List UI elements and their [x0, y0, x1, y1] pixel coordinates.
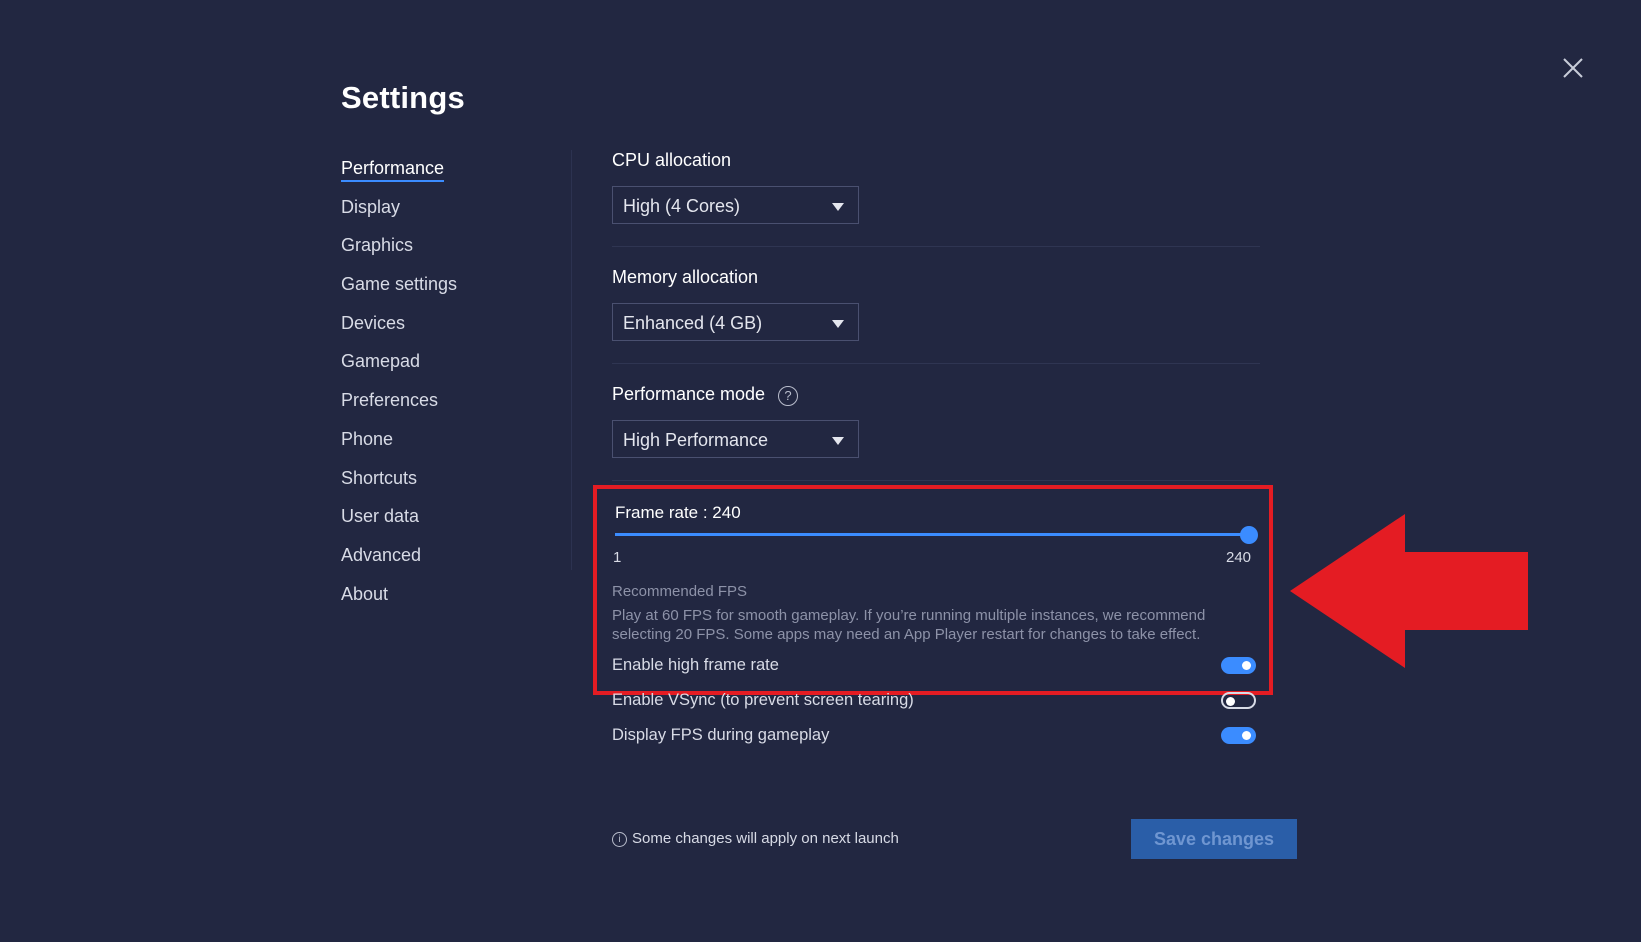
slider-max-label: 240 — [1226, 549, 1252, 566]
toggle-knob — [1226, 696, 1235, 706]
performance-mode-label: Performance mode — [612, 384, 766, 404]
high-frame-rate-toggle[interactable] — [1221, 657, 1256, 674]
frame-rate-slider-track[interactable] — [615, 533, 1250, 536]
sidebar-item-shortcuts[interactable]: Shortcuts — [341, 464, 457, 503]
toggle-knob — [1242, 661, 1251, 670]
display-fps-label: Display FPS during gameplay — [612, 726, 830, 744]
vsync-toggle[interactable] — [1221, 692, 1256, 709]
recommended-fps-title: Recommended FPS — [612, 583, 748, 600]
slider-min-label: 1 — [613, 549, 622, 566]
chevron-down-icon — [832, 437, 844, 445]
sidebar-nav: Performance Display Graphics Game settin… — [341, 154, 457, 618]
close-icon[interactable] — [1559, 54, 1587, 82]
cpu-allocation-value: High (4 Cores) — [623, 196, 741, 216]
info-icon: i — [612, 832, 627, 847]
chevron-down-icon — [832, 203, 844, 211]
sidebar-item-phone[interactable]: Phone — [341, 425, 457, 464]
divider — [612, 246, 1260, 247]
sidebar-item-display[interactable]: Display — [341, 193, 457, 232]
sidebar-item-performance[interactable]: Performance — [341, 154, 457, 193]
sidebar-item-graphics[interactable]: Graphics — [341, 231, 457, 270]
memory-allocation-select[interactable]: Enhanced (4 GB) — [612, 303, 859, 341]
cpu-allocation-label: CPU allocation — [612, 150, 732, 170]
sidebar-divider — [571, 150, 572, 570]
frame-rate-slider-thumb[interactable] — [1240, 526, 1258, 544]
question-circle-icon[interactable]: ? — [778, 386, 798, 406]
apply-on-launch-note: Some changes will apply on next launch — [632, 830, 899, 847]
sidebar-item-game-settings[interactable]: Game settings — [341, 270, 457, 309]
sidebar-item-gamepad[interactable]: Gamepad — [341, 347, 457, 386]
sidebar-item-devices[interactable]: Devices — [341, 309, 457, 348]
toggle-knob — [1242, 731, 1251, 740]
high-frame-rate-label: Enable high frame rate — [612, 656, 779, 674]
save-changes-button[interactable]: Save changes — [1131, 819, 1297, 859]
memory-allocation-label: Memory allocation — [612, 267, 759, 287]
performance-mode-value: High Performance — [623, 430, 769, 450]
cpu-allocation-select[interactable]: High (4 Cores) — [612, 186, 859, 224]
recommended-fps-description: Play at 60 FPS for smooth gameplay. If y… — [612, 607, 1206, 643]
divider — [612, 363, 1260, 364]
performance-mode-select[interactable]: High Performance — [612, 420, 859, 458]
red-arrow-icon — [1290, 514, 1528, 668]
display-fps-toggle[interactable] — [1221, 727, 1256, 744]
vsync-label: Enable VSync (to prevent screen tearing) — [612, 691, 914, 709]
page-title: Settings — [341, 80, 465, 115]
divider — [612, 480, 1260, 481]
sidebar-item-about[interactable]: About — [341, 580, 457, 619]
memory-allocation-value: Enhanced (4 GB) — [623, 313, 763, 333]
sidebar-item-advanced[interactable]: Advanced — [341, 541, 457, 580]
chevron-down-icon — [832, 320, 844, 328]
sidebar-item-preferences[interactable]: Preferences — [341, 386, 457, 425]
frame-rate-label: Frame rate : 240 — [615, 503, 741, 522]
sidebar-item-user-data[interactable]: User data — [341, 502, 457, 541]
